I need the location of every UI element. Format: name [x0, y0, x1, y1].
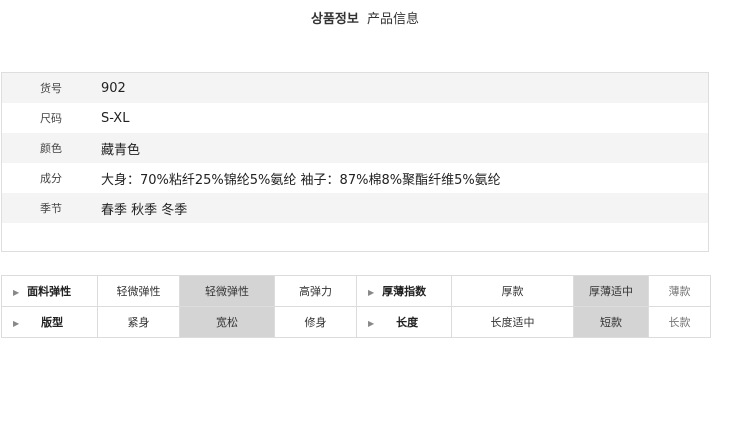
attr-label: 版型: [41, 316, 64, 329]
attr-label: 长度: [396, 316, 419, 329]
info-value: 大身：70%粘纤25%锦纶5%氨纶 袖子：87%棉8%聚酯纤维5%氨纶: [101, 172, 501, 188]
info-label: 季节: [40, 202, 62, 215]
info-value: 藏青色: [101, 142, 141, 158]
triangle-right-icon: ▶: [13, 319, 20, 328]
info-label: 成分: [40, 172, 62, 185]
triangle-right-icon: ▶: [368, 288, 375, 297]
attr-option: 厚款: [451, 275, 574, 307]
attr-label: 厚薄指数: [382, 285, 427, 298]
info-row-season: 季节 春季 秋季 冬季: [2, 193, 708, 223]
info-row-composition: 成分 大身：70%粘纤25%锦纶5%氨纶 袖子：87%棉8%聚酯纤维5%氨纶: [2, 163, 708, 193]
info-row-color: 颜色 藏青色: [2, 133, 708, 163]
attr-label-cell: ▶ 面料弹性: [1, 275, 98, 307]
attr-label-cell: ▶ 版型: [1, 306, 98, 338]
attr-option-selected: 短款: [573, 306, 649, 338]
info-label: 货号: [40, 82, 62, 95]
attr-label-cell: ▶ 长度: [356, 306, 452, 338]
attribute-table: ▶ 面料弹性 轻微弹性 轻微弹性 高弹力 ▶ 厚薄指数 厚款 厚薄适中 薄款 ▶ 版型…: [1, 275, 711, 338]
attr-option: 长款: [648, 306, 711, 338]
attribute-row: ▶ 面料弹性 轻微弹性 轻微弹性 高弹力 ▶ 厚薄指数 厚款 厚薄适中 薄款: [1, 275, 711, 307]
info-value: 春季 秋季 冬季: [101, 202, 188, 218]
info-label: 尺码: [40, 112, 62, 125]
attr-option-selected: 宽松: [179, 306, 275, 338]
attribute-row: ▶ 版型 紧身 宽松 修身 ▶ 长度 长度适中 短款 长款: [1, 306, 711, 338]
attr-option: 紧身: [97, 306, 180, 338]
info-value: 902: [101, 80, 126, 96]
attr-label: 面料弹性: [27, 285, 72, 298]
attr-option: 高弹力: [274, 275, 357, 307]
attr-option-selected: 厚薄适中: [573, 275, 649, 307]
title-korean: 상품정보: [311, 12, 359, 27]
triangle-right-icon: ▶: [13, 288, 20, 297]
info-row-item-number: 货号 902: [2, 73, 708, 103]
attr-option: 薄款: [648, 275, 711, 307]
title-chinese: 产品信息: [366, 12, 419, 27]
attr-option: 轻微弹性: [97, 275, 180, 307]
info-label: 颜色: [40, 142, 62, 155]
attr-option-selected: 轻微弹性: [179, 275, 275, 307]
triangle-right-icon: ▶: [368, 319, 375, 328]
attr-label-cell: ▶ 厚薄指数: [356, 275, 452, 307]
page-title: 상품정보 产品信息: [0, 8, 730, 27]
product-info-panel: 货号 902 尺码 S-XL 颜色 藏青色 成分 大身：70%粘纤25%锦纶5%…: [1, 72, 709, 252]
info-value: S-XL: [101, 110, 130, 126]
attr-option: 长度适中: [451, 306, 574, 338]
info-row-size: 尺码 S-XL: [2, 103, 708, 133]
attr-option: 修身: [274, 306, 357, 338]
